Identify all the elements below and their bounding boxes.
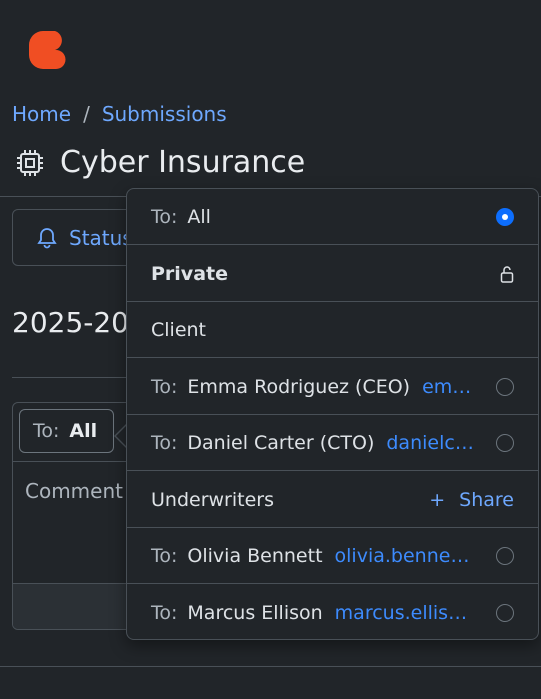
recipient-option[interactable]: To: Daniel Carter (CTO) danielc… [127, 415, 538, 471]
radio[interactable] [496, 604, 514, 622]
recipient-option[interactable]: To: Marcus Ellison marcus.ellis… [127, 585, 538, 641]
radio[interactable] [496, 377, 514, 396]
radio[interactable] [496, 546, 514, 565]
to-label: To: [151, 544, 178, 567]
recipient-name: All [187, 205, 211, 228]
to-label: To: [151, 431, 178, 454]
radio[interactable] [496, 433, 514, 452]
to-label: To: [33, 420, 60, 442]
share-label: Share [459, 488, 514, 511]
recipient-name: Daniel Carter (CTO) [187, 431, 375, 454]
to-label: To: [151, 375, 178, 398]
divider [0, 666, 541, 667]
to-label: To: [151, 205, 178, 228]
page-title: Cyber Insurance [60, 145, 306, 180]
recipient-email: em… [422, 375, 472, 398]
comment-input[interactable]: Comment [25, 479, 123, 503]
section-header-underwriters: Underwriters + Share [127, 472, 538, 528]
recipient-option-all[interactable]: To: All [127, 189, 538, 245]
breadcrumb-submissions-link[interactable]: Submissions [102, 102, 227, 126]
lock-icon [500, 265, 514, 283]
recipient-option[interactable]: To: Emma Rodriguez (CEO) em… [127, 359, 538, 415]
breadcrumb-home-link[interactable]: Home [12, 102, 71, 126]
brand-logo[interactable] [29, 31, 67, 69]
recipient-email: danielc… [386, 431, 474, 454]
to-label: To: [151, 602, 178, 624]
page-title-row: Cyber Insurance [14, 145, 305, 180]
section-label: Client [151, 318, 207, 341]
breadcrumb-separator: / [83, 102, 90, 126]
radio-selected[interactable] [496, 207, 514, 226]
plus-icon: + [429, 488, 446, 511]
recipient-email: olivia.benne… [334, 544, 470, 567]
breadcrumb: Home / Submissions [12, 102, 227, 126]
date-heading: 2025-20 [12, 306, 129, 339]
share-button[interactable]: + Share [429, 489, 514, 511]
recipient-option[interactable]: To: Olivia Bennett olivia.benne… [127, 528, 538, 584]
recipient-popover: To: All Private Client To: Emma Rodrigue… [126, 188, 539, 640]
bell-icon [37, 227, 57, 248]
recipient-name: Marcus Ellison [187, 602, 323, 624]
section-header-private[interactable]: Private [127, 246, 538, 302]
section-header-client: Client [127, 302, 538, 358]
recipient-select-button[interactable]: To: All [19, 409, 114, 453]
recipient-email: marcus.ellis… [334, 602, 468, 624]
cpu-icon [17, 149, 43, 176]
section-label: Private [151, 262, 228, 285]
recipient-name: Olivia Bennett [187, 544, 323, 567]
to-value: All [69, 420, 98, 442]
status-button-label: Status [69, 225, 133, 250]
recipient-name: Emma Rodriguez (CEO) [187, 375, 411, 398]
section-label: Underwriters [151, 488, 274, 511]
